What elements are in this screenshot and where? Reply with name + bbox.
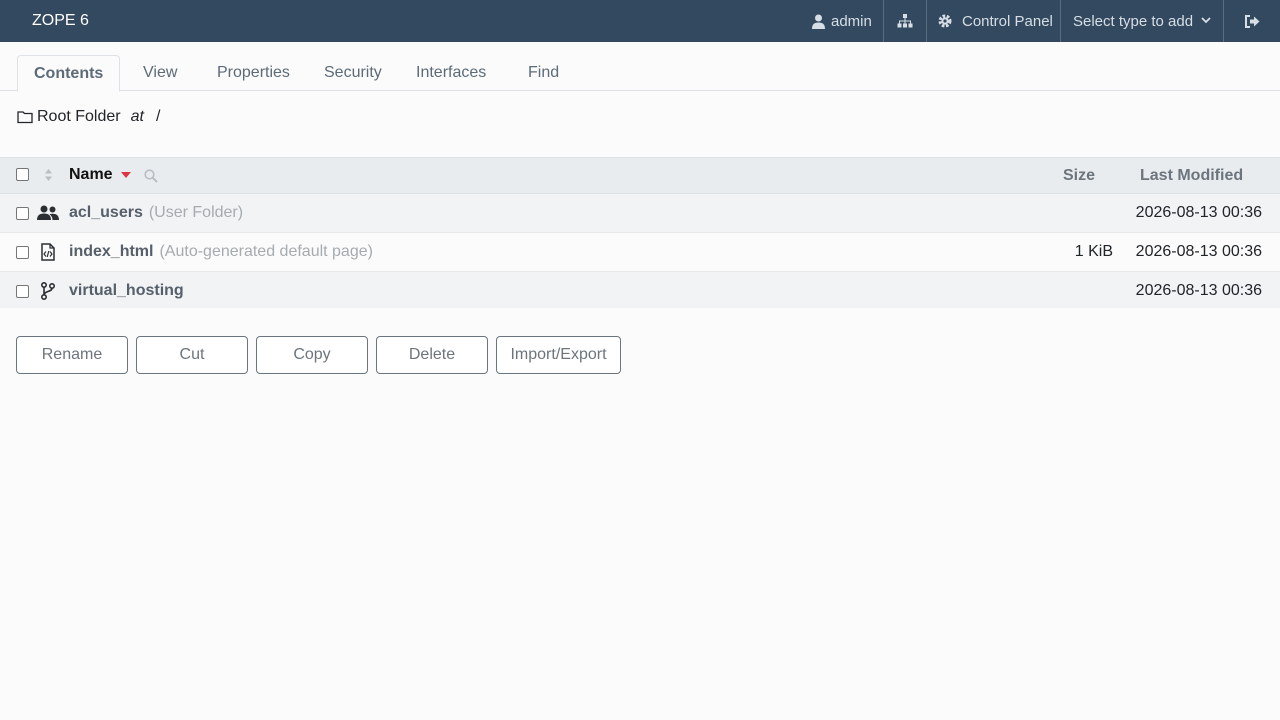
import-export-button[interactable]: Import/Export — [496, 336, 621, 374]
select-all-checkbox[interactable] — [16, 168, 29, 181]
gear-icon — [938, 14, 952, 28]
control-panel-label: Control Panel — [962, 12, 1053, 30]
row-checkbox[interactable] — [16, 207, 29, 220]
item-modified: 2026-08-13 00:36 — [1135, 204, 1262, 221]
logout-button[interactable] — [1224, 0, 1280, 42]
column-size[interactable]: Size — [1063, 167, 1095, 185]
tab-interfaces[interactable]: Interfaces — [400, 55, 502, 91]
item-name[interactable]: virtual_hosting — [69, 282, 184, 299]
cut-button[interactable]: Cut — [136, 336, 248, 374]
table-header: Name Size Last Modified — [0, 157, 1280, 194]
control-panel-link[interactable]: Control Panel — [938, 0, 1053, 42]
sort-desc-icon[interactable] — [121, 172, 131, 178]
sign-out-icon — [1245, 14, 1260, 28]
user-name: admin — [831, 12, 872, 30]
select-type-dropdown[interactable]: Select type to add — [1061, 0, 1223, 42]
user-menu[interactable]: admin — [812, 0, 872, 42]
item-modified: 2026-08-13 00:36 — [1135, 243, 1262, 260]
breadcrumb-root[interactable]: Root Folder — [37, 108, 121, 126]
brand-logo[interactable]: ZOPE 6 — [32, 0, 89, 42]
row-checkbox[interactable] — [16, 285, 29, 298]
file-code-icon — [37, 243, 59, 261]
chevron-down-icon — [1201, 17, 1211, 24]
search-icon[interactable] — [144, 169, 158, 183]
item-description: (User Folder) — [148, 204, 244, 221]
tab-properties[interactable]: Properties — [201, 55, 306, 91]
delete-button[interactable]: Delete — [376, 336, 488, 374]
column-name[interactable]: Name — [69, 166, 113, 184]
breadcrumb-at: at — [130, 108, 144, 125]
item-size: 1 KiB — [1074, 243, 1113, 260]
tab-bar: Contents View Properties Security Interf… — [0, 42, 1280, 92]
copy-button[interactable]: Copy — [256, 336, 368, 374]
code-branch-icon — [37, 282, 59, 300]
item-description: (Auto-generated default page) — [159, 243, 373, 260]
table-row[interactable]: acl_users (User Folder) 2026-08-13 00:36 — [0, 194, 1280, 233]
breadcrumb-path[interactable]: / — [156, 108, 160, 126]
divider — [926, 0, 927, 42]
select-type-placeholder: Select type to add — [1073, 12, 1194, 30]
sitemap-icon — [897, 14, 913, 28]
tab-security[interactable]: Security — [308, 55, 398, 91]
sort-icon[interactable] — [44, 168, 53, 182]
tab-view[interactable]: View — [127, 55, 193, 91]
tab-find[interactable]: Find — [512, 55, 575, 91]
user-icon — [812, 14, 825, 29]
item-name[interactable]: index_html — [69, 243, 153, 260]
sitemap-button[interactable] — [884, 0, 926, 42]
column-last-modified[interactable]: Last Modified — [1140, 167, 1243, 185]
rename-button[interactable]: Rename — [16, 336, 128, 374]
breadcrumb: Root Folder at / — [17, 106, 160, 128]
tab-contents[interactable]: Contents — [17, 55, 121, 92]
row-checkbox[interactable] — [16, 246, 29, 259]
table-row[interactable]: virtual_hosting 2026-08-13 00:36 — [0, 272, 1280, 308]
item-modified: 2026-08-13 00:36 — [1135, 282, 1262, 299]
users-icon — [37, 204, 59, 222]
item-name[interactable]: acl_users — [69, 204, 143, 221]
folder-icon — [17, 111, 33, 124]
top-navbar: ZOPE 6 admin Control Panel Select type t… — [0, 0, 1280, 42]
table-row[interactable]: index_html (Auto-generated default page) … — [0, 233, 1280, 272]
